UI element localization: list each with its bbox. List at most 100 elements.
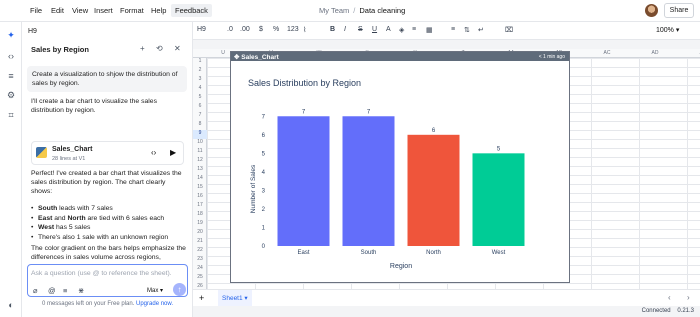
- row-header[interactable]: 4: [193, 85, 207, 94]
- zoom-select[interactable]: 100% ▾: [656, 26, 679, 34]
- attach-icon[interactable]: ⌀: [33, 286, 38, 295]
- percent-button[interactable]: %: [273, 26, 279, 33]
- breadcrumb-team[interactable]: My Team: [319, 6, 349, 15]
- row-header[interactable]: 22: [193, 247, 207, 256]
- row-header[interactable]: 2: [193, 67, 207, 76]
- row-header[interactable]: 18: [193, 211, 207, 220]
- new-chat-icon[interactable]: +: [140, 44, 145, 53]
- row-header[interactable]: 10: [193, 139, 207, 148]
- row-header[interactable]: 6: [193, 103, 207, 112]
- format-toolbar: H9 .0 .00 $ % 123 ⌇ B I S U A ◈ ≡ ▦ ≡ ⇅ …: [193, 22, 700, 40]
- database-icon[interactable]: ≡: [63, 286, 67, 295]
- breadcrumb-separator: /: [353, 6, 356, 15]
- y-tick-label: 2: [262, 207, 266, 213]
- format-brush-icon[interactable]: ⌇: [303, 26, 306, 34]
- settings-icon[interactable]: ⚙: [5, 89, 17, 101]
- number-format-button[interactable]: 123: [287, 26, 299, 33]
- list-item: There's also 1 sale with an unknown regi…: [31, 233, 186, 243]
- underline-button[interactable]: U: [372, 26, 377, 33]
- chart-titlebar[interactable]: ✥ Sales_Chart < 1 min ago: [231, 52, 569, 61]
- increase-decimals-button[interactable]: .00: [240, 26, 250, 33]
- text-color-icon[interactable]: A: [386, 26, 391, 33]
- row-headers: 1 2 3 4 5 6 7 8 9 10 11 12 13 14 15 16 17 18 19 20 21 22 23 24 2…: [193, 58, 207, 289]
- menu-edit[interactable]: Edit: [51, 6, 64, 15]
- run-icon[interactable]: ▶: [170, 148, 176, 157]
- scroll-left-icon[interactable]: ‹: [668, 293, 671, 302]
- user-message: Create a visualization to shjow the dist…: [27, 66, 187, 92]
- menu-view[interactable]: View: [72, 6, 88, 15]
- currency-button[interactable]: $: [259, 26, 263, 33]
- status-bar: Connected 0.21.3: [193, 306, 700, 317]
- assistant-closing: The color gradient on the bars helps emp…: [31, 245, 186, 261]
- close-icon[interactable]: ✕: [174, 44, 181, 53]
- left-rail: ✦ ‹› ≡ ⚙ ⌗ ◐: [0, 22, 22, 317]
- row-header[interactable]: 1: [193, 58, 207, 67]
- artifact-card[interactable]: Sales_Chart 28 lines at V1 ‹› ▶: [31, 141, 184, 165]
- code-icon[interactable]: ‹›: [5, 50, 17, 62]
- row-header[interactable]: 25: [193, 274, 207, 283]
- row-header[interactable]: 11: [193, 148, 207, 157]
- avatar[interactable]: [645, 4, 658, 17]
- x-tick-label: West: [492, 250, 506, 256]
- view-code-icon[interactable]: ‹›: [151, 148, 156, 157]
- bar-chart: Sales Distribution by Region 0 1 2 3 4 5 6 7 Ea…: [248, 78, 531, 270]
- breadcrumb-document[interactable]: Data cleaning: [359, 6, 405, 15]
- row-header[interactable]: 14: [193, 175, 207, 184]
- database-icon[interactable]: ≡: [5, 70, 17, 82]
- align-center-icon[interactable]: ≡: [451, 26, 455, 33]
- column-header[interactable]: AC: [583, 50, 631, 56]
- align-left-icon[interactable]: ≡: [412, 26, 416, 33]
- menu-format[interactable]: Format: [120, 6, 144, 15]
- row-header[interactable]: 17: [193, 202, 207, 211]
- upgrade-link[interactable]: Upgrade now.: [136, 301, 173, 307]
- row-header[interactable]: 23: [193, 256, 207, 265]
- row-header[interactable]: 5: [193, 94, 207, 103]
- row-header[interactable]: 8: [193, 121, 207, 130]
- row-header[interactable]: 16: [193, 193, 207, 202]
- history-icon[interactable]: ⟲: [156, 44, 163, 53]
- row-header[interactable]: 21: [193, 238, 207, 247]
- wrap-icon[interactable]: ↵: [478, 26, 484, 34]
- italic-button[interactable]: I: [344, 26, 346, 33]
- fill-color-icon[interactable]: ◈: [399, 26, 404, 34]
- menu-file[interactable]: File: [30, 6, 42, 15]
- row-header[interactable]: 19: [193, 220, 207, 229]
- column-header[interactable]: AE: [679, 50, 700, 56]
- mention-icon[interactable]: @: [48, 286, 56, 295]
- y-tick-label: 1: [262, 225, 266, 231]
- usage-note: 0 messages left on your Free plan. Upgra…: [41, 301, 174, 307]
- row-header[interactable]: 9: [193, 130, 207, 139]
- row-header[interactable]: 7: [193, 112, 207, 121]
- sparkle-icon[interactable]: ✦: [5, 29, 17, 41]
- cell-reference[interactable]: H9: [28, 28, 37, 35]
- row-header[interactable]: 20: [193, 229, 207, 238]
- menu-bar: File Edit View Insert Format Help Feedba…: [0, 0, 700, 22]
- add-sheet-button[interactable]: +: [199, 293, 204, 303]
- row-header[interactable]: 3: [193, 76, 207, 85]
- clear-format-icon[interactable]: ⌧: [505, 26, 513, 34]
- tools-icon[interactable]: ⋇: [78, 286, 84, 295]
- strikethrough-button[interactable]: S: [358, 26, 363, 33]
- theme-toggle-icon[interactable]: ◐: [5, 299, 17, 311]
- model-select[interactable]: Max ▾: [147, 287, 163, 294]
- summary-bullets: South leads with 7 sales East and North …: [31, 204, 186, 242]
- borders-icon[interactable]: ▦: [426, 26, 433, 34]
- decrease-decimals-button[interactable]: .0: [227, 26, 233, 33]
- row-header[interactable]: 24: [193, 265, 207, 274]
- menu-insert[interactable]: Insert: [94, 6, 113, 15]
- row-header[interactable]: 12: [193, 157, 207, 166]
- row-header[interactable]: 15: [193, 184, 207, 193]
- menu-feedback[interactable]: Feedback: [171, 4, 212, 17]
- chart-icon[interactable]: ⌗: [5, 109, 17, 121]
- send-button[interactable]: ↑: [173, 283, 186, 296]
- scroll-right-icon[interactable]: ›: [687, 293, 690, 302]
- cell-reference-label: H9: [197, 26, 206, 33]
- bold-button[interactable]: B: [330, 26, 335, 33]
- column-header[interactable]: AD: [631, 50, 679, 56]
- chat-input[interactable]: [31, 268, 181, 279]
- menu-help[interactable]: Help: [151, 6, 166, 15]
- chart-panel[interactable]: ✥ Sales_Chart < 1 min ago Sales Distribu…: [230, 51, 570, 283]
- row-header[interactable]: 13: [193, 166, 207, 175]
- share-button[interactable]: Share: [664, 3, 694, 18]
- valign-icon[interactable]: ⇅: [464, 26, 470, 34]
